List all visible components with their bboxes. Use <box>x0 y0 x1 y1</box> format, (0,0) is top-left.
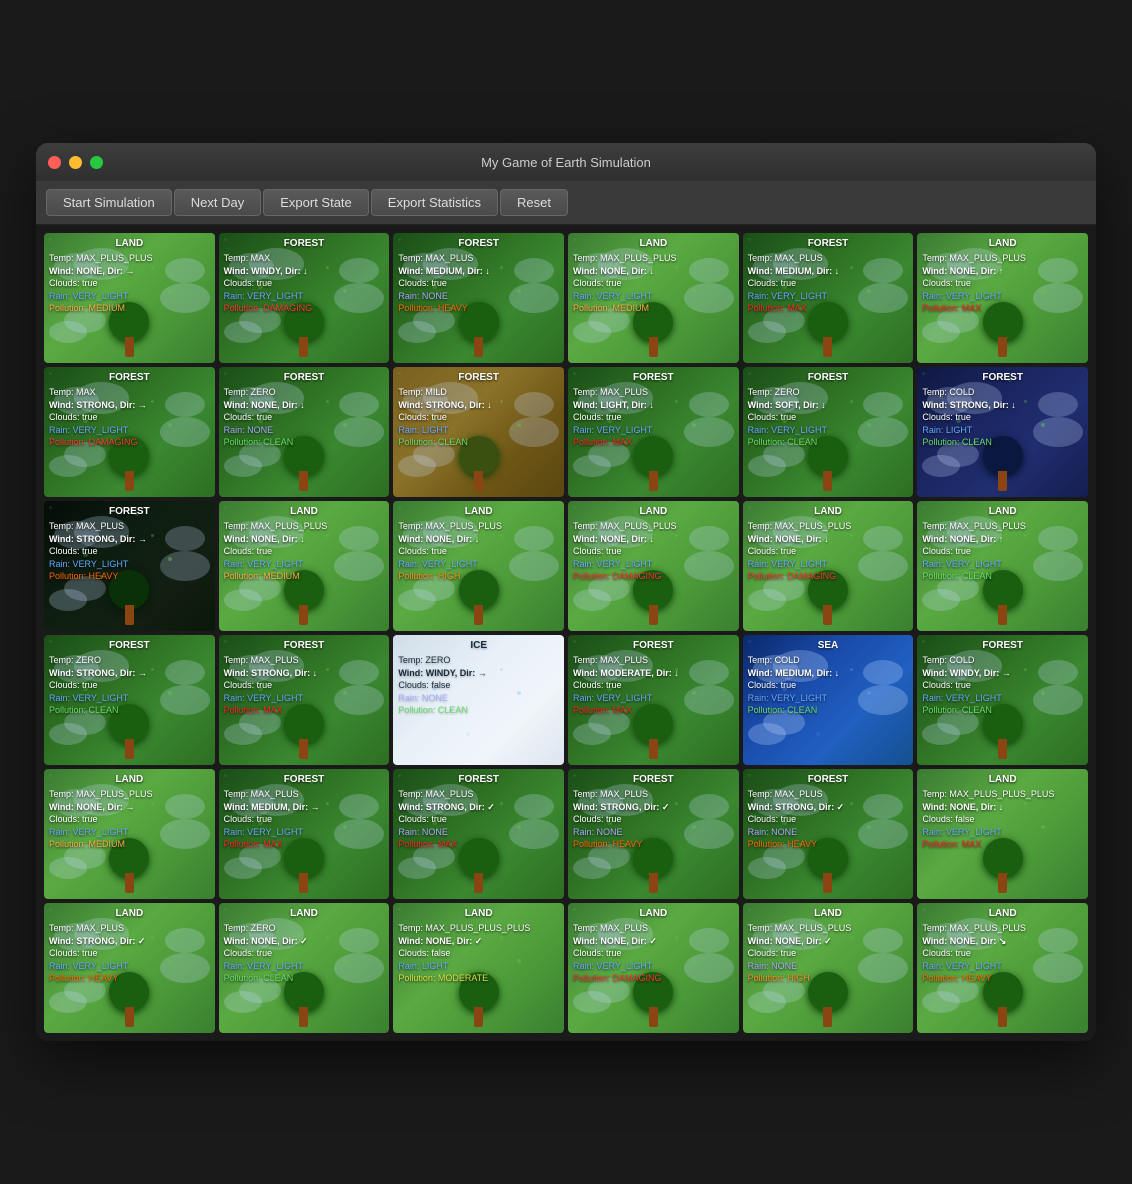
grid-container: LAND Temp: MAX_PLUS_PLUS Wind: NONE, Dir… <box>36 225 1096 1041</box>
grid-cell-17[interactable]: LAND Temp: MAX_PLUS_PLUS Wind: NONE, Dir… <box>917 501 1088 631</box>
grid-cell-1[interactable]: FOREST Temp: MAX Wind: WINDY, Dir: ↓ Clo… <box>219 233 390 363</box>
start-simulation-button[interactable]: Start Simulation <box>46 189 172 216</box>
grid-cell-6[interactable]: FOREST Temp: MAX Wind: STRONG, Dir: → Cl… <box>44 367 215 497</box>
grid-cell-28[interactable]: FOREST Temp: MAX_PLUS Wind: STRONG, Dir:… <box>743 769 914 899</box>
reset-button[interactable]: Reset <box>500 189 568 216</box>
grid-cell-7[interactable]: FOREST Temp: ZERO Wind: NONE, Dir: ↓ Clo… <box>219 367 390 497</box>
grid-cell-12[interactable]: FOREST Temp: MAX_PLUS Wind: STRONG, Dir:… <box>44 501 215 631</box>
grid-cell-35[interactable]: LAND Temp: MAX_PLUS_PLUS Wind: NONE, Dir… <box>917 903 1088 1033</box>
close-button[interactable] <box>48 156 61 169</box>
grid-cell-4[interactable]: FOREST Temp: MAX_PLUS Wind: MEDIUM, Dir:… <box>743 233 914 363</box>
grid-cell-13[interactable]: LAND Temp: MAX_PLUS_PLUS Wind: NONE, Dir… <box>219 501 390 631</box>
export-state-button[interactable]: Export State <box>263 189 369 216</box>
grid-cell-22[interactable]: SEA Temp: COLD Wind: MEDIUM, Dir: ↓ Clou… <box>743 635 914 765</box>
grid-cell-23[interactable]: FOREST Temp: COLD Wind: WINDY, Dir: → Cl… <box>917 635 1088 765</box>
grid-cell-15[interactable]: LAND Temp: MAX_PLUS_PLUS Wind: NONE, Dir… <box>568 501 739 631</box>
grid-cell-24[interactable]: LAND Temp: MAX_PLUS_PLUS Wind: NONE, Dir… <box>44 769 215 899</box>
grid-cell-8[interactable]: FOREST Temp: MILD Wind: STRONG, Dir: ↓ C… <box>393 367 564 497</box>
grid-cell-16[interactable]: LAND Temp: MAX_PLUS_PLUS Wind: NONE, Dir… <box>743 501 914 631</box>
titlebar: My Game of Earth Simulation <box>36 143 1096 181</box>
grid-cell-5[interactable]: LAND Temp: MAX_PLUS_PLUS Wind: NONE, Dir… <box>917 233 1088 363</box>
window-title: My Game of Earth Simulation <box>481 155 651 170</box>
app-window: My Game of Earth Simulation Start Simula… <box>36 143 1096 1041</box>
grid-cell-34[interactable]: LAND Temp: MAX_PLUS_PLUS Wind: NONE, Dir… <box>743 903 914 1033</box>
grid-cell-11[interactable]: FOREST Temp: COLD Wind: STRONG, Dir: ↓ C… <box>917 367 1088 497</box>
grid-cell-33[interactable]: LAND Temp: MAX_PLUS Wind: NONE, Dir: ✓ C… <box>568 903 739 1033</box>
minimize-button[interactable] <box>69 156 82 169</box>
grid-cell-21[interactable]: FOREST Temp: MAX_PLUS Wind: MODERATE, Di… <box>568 635 739 765</box>
grid-cell-2[interactable]: FOREST Temp: MAX_PLUS Wind: MEDIUM, Dir:… <box>393 233 564 363</box>
grid-cell-3[interactable]: LAND Temp: MAX_PLUS_PLUS Wind: NONE, Dir… <box>568 233 739 363</box>
maximize-button[interactable] <box>90 156 103 169</box>
grid-cell-25[interactable]: FOREST Temp: MAX_PLUS Wind: MEDIUM, Dir:… <box>219 769 390 899</box>
grid-cell-9[interactable]: FOREST Temp: MAX_PLUS Wind: LIGHT, Dir: … <box>568 367 739 497</box>
grid-cell-27[interactable]: FOREST Temp: MAX_PLUS Wind: STRONG, Dir:… <box>568 769 739 899</box>
grid-cell-32[interactable]: LAND Temp: MAX_PLUS_PLUS_PLUS Wind: NONE… <box>393 903 564 1033</box>
grid-cell-18[interactable]: FOREST Temp: ZERO Wind: STRONG, Dir: → C… <box>44 635 215 765</box>
grid-cell-0[interactable]: LAND Temp: MAX_PLUS_PLUS Wind: NONE, Dir… <box>44 233 215 363</box>
next-day-button[interactable]: Next Day <box>174 189 261 216</box>
toolbar: Start Simulation Next Day Export State E… <box>36 181 1096 225</box>
traffic-lights <box>48 156 103 169</box>
grid-cell-26[interactable]: FOREST Temp: MAX_PLUS Wind: STRONG, Dir:… <box>393 769 564 899</box>
grid-cell-14[interactable]: LAND Temp: MAX_PLUS_PLUS Wind: NONE, Dir… <box>393 501 564 631</box>
grid-cell-20[interactable]: ICE Temp: ZERO Wind: WINDY, Dir: → Cloud… <box>393 635 564 765</box>
export-statistics-button[interactable]: Export Statistics <box>371 189 498 216</box>
grid-cell-29[interactable]: LAND Temp: MAX_PLUS_PLUS_PLUS Wind: NONE… <box>917 769 1088 899</box>
grid-cell-10[interactable]: FOREST Temp: ZERO Wind: SOFT, Dir: ↓ Clo… <box>743 367 914 497</box>
simulation-grid: LAND Temp: MAX_PLUS_PLUS Wind: NONE, Dir… <box>44 233 1088 1033</box>
grid-cell-19[interactable]: FOREST Temp: MAX_PLUS Wind: STRONG, Dir:… <box>219 635 390 765</box>
grid-cell-30[interactable]: LAND Temp: MAX_PLUS Wind: STRONG, Dir: ✓… <box>44 903 215 1033</box>
grid-cell-31[interactable]: LAND Temp: ZERO Wind: NONE, Dir: ✓ Cloud… <box>219 903 390 1033</box>
